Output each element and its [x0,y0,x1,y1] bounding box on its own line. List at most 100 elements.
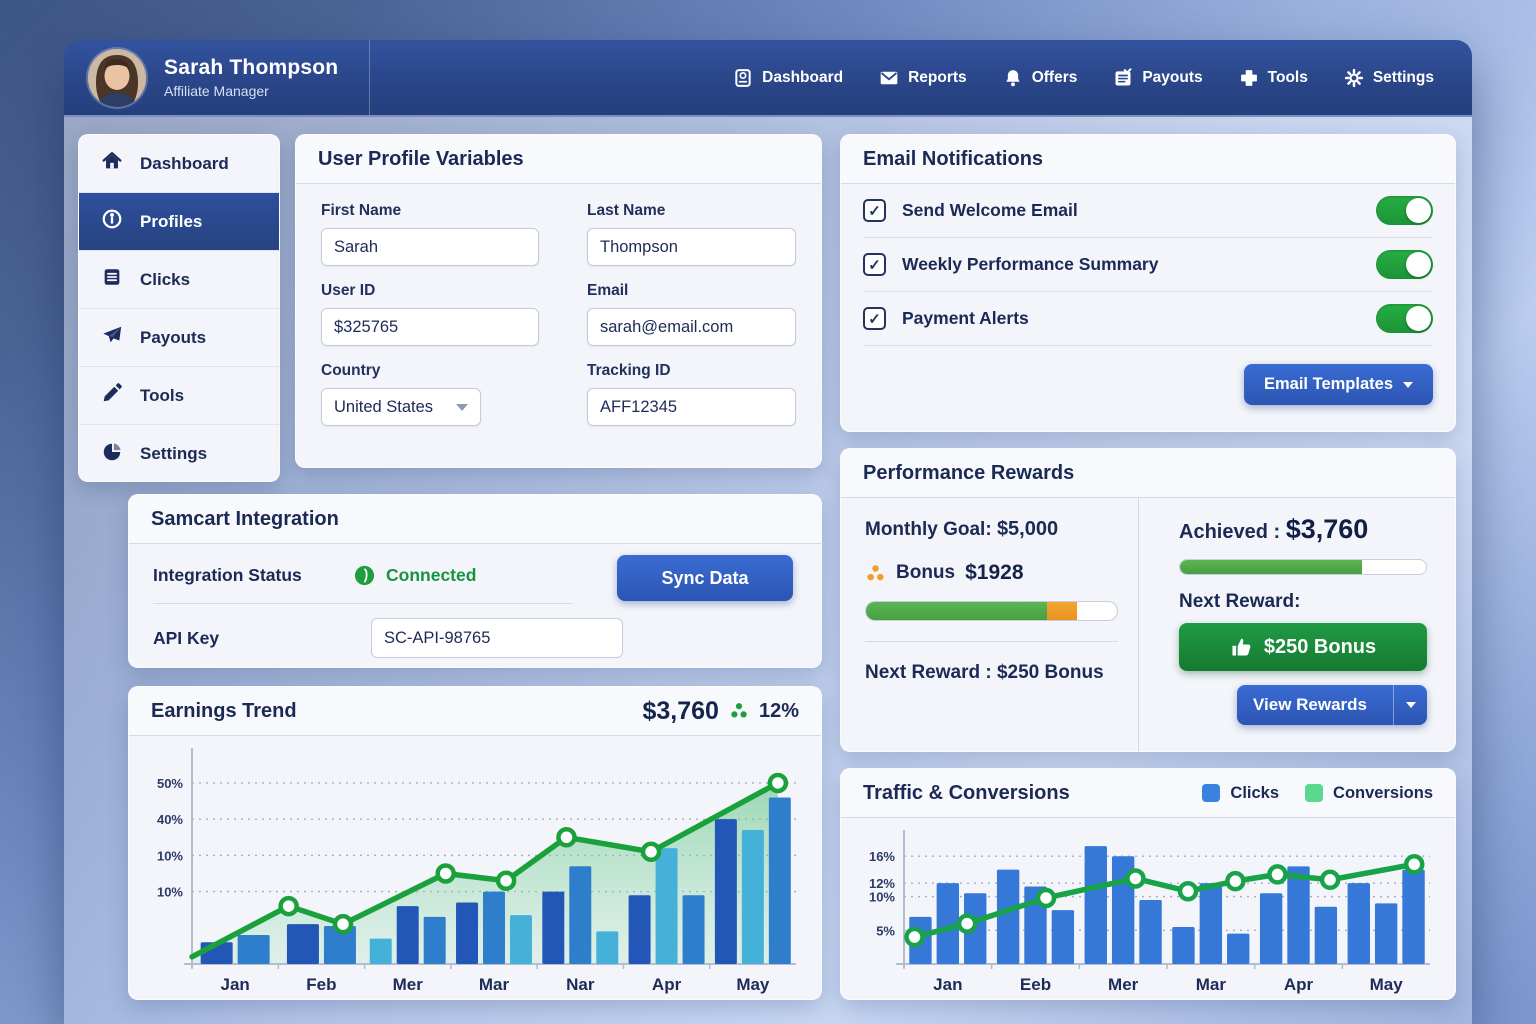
avatar-illustration [88,49,146,107]
country-label: Country [321,362,539,380]
earnings-chart: 50%40%10%10%JanFebMerMarNarAprMay [144,740,808,998]
paper-plane-icon [101,324,123,351]
bonus-reward-button[interactable]: $250 Bonus [1179,623,1427,671]
svg-text:Jan: Jan [220,975,249,994]
nav-item-payouts[interactable]: Payouts [1113,68,1202,88]
email-notifications-card: Email Notifications Send Welcome Email W… [840,134,1456,432]
profile-form: First Name Last Name User ID Email Count… [296,184,821,426]
achieved-progress-bar [1179,559,1427,575]
svg-text:10%: 10% [869,890,895,905]
chevron-down-icon [456,404,468,411]
sidebar-item-tools[interactable]: Tools [79,367,279,425]
bonus-coins-icon [865,563,886,584]
clicks-document-icon [101,266,123,293]
user-identity: Sarah Thompson Affiliate Manager [164,56,338,99]
traffic-header: Traffic & Conversions Clicks Conversions [841,769,1455,818]
earnings-summary: $3,760 12% [643,697,800,726]
svg-text:5%: 5% [876,923,895,938]
user-id-label: User ID [321,282,539,300]
payment-alerts-toggle[interactable] [1376,304,1433,333]
chevron-down-icon [1403,382,1413,388]
nav-item-tools[interactable]: Tools [1239,68,1308,88]
first-name-input[interactable] [321,228,539,266]
svg-text:Nar: Nar [566,975,595,994]
weekly-summary-checkbox[interactable] [863,253,886,276]
sidebar-item-clicks[interactable]: Clicks [79,251,279,309]
growth-up-icon [729,701,749,721]
divider [865,641,1118,642]
view-rewards-arrow[interactable] [1393,685,1427,725]
notification-label: Send Welcome Email [902,200,1078,221]
svg-text:Apr: Apr [652,975,682,994]
sidebar-item-dashboard[interactable]: Dashboard [79,135,279,193]
chevron-down-icon [1406,702,1416,708]
svg-text:10%: 10% [157,885,183,900]
email-templates-button[interactable]: Email Templates [1244,364,1433,405]
monthly-goal-value: $5,000 [997,518,1058,540]
svg-text:Mar: Mar [479,975,510,994]
card-title: Performance Rewards [863,462,1074,485]
svg-text:May: May [736,975,770,994]
sidebar-label: Payouts [140,328,206,348]
api-key-input[interactable] [371,618,623,658]
user-profile-card-header: User Profile Variables [296,135,821,184]
sidebar-label: Settings [140,444,207,464]
toggle-knob [1406,306,1431,331]
svg-text:Mar: Mar [1196,975,1227,994]
home-icon [101,150,123,177]
payment-alerts-checkbox[interactable] [863,307,886,330]
notification-row-payment-alerts: Payment Alerts [863,292,1433,346]
sidebar-label: Tools [140,386,184,406]
weekly-summary-toggle[interactable] [1376,250,1433,279]
notification-row-weekly-summary: Weekly Performance Summary [863,238,1433,292]
goal-progress-green-fill [866,602,1047,620]
svg-text:Mer: Mer [393,975,424,994]
sidebar-item-profiles[interactable]: Profiles [79,193,279,251]
sidebar-item-payouts[interactable]: Payouts [79,309,279,367]
nav-item-settings[interactable]: Settings [1344,68,1434,88]
user-name: Sarah Thompson [164,56,338,80]
user-profile-card: User Profile Variables First Name Last N… [295,134,822,468]
top-navigation: Dashboard Reports Offers Payouts [733,68,1472,88]
user-profile-box[interactable]: Sarah Thompson Affiliate Manager [64,40,370,115]
sidebar-label: Clicks [140,270,190,290]
svg-text:Mer: Mer [1108,975,1139,994]
nav-item-offers[interactable]: Offers [1003,68,1078,88]
email-input[interactable] [587,308,796,346]
email-card-footer: Email Templates [841,346,1455,405]
tracking-id-input[interactable] [587,388,796,426]
notification-row-welcome-email: Send Welcome Email [863,184,1433,238]
sync-data-button[interactable]: Sync Data [617,555,793,601]
email-field: Email [587,282,796,346]
country-select[interactable]: United States [321,388,481,426]
pencil-icon [101,382,123,409]
traffic-chart: 16%12%10%5%JanEebMerMarAprMay [856,822,1442,998]
sync-data-label: Sync Data [661,568,748,589]
svg-text:May: May [1370,975,1404,994]
welcome-email-toggle[interactable] [1376,196,1433,225]
card-title: Email Notifications [863,148,1043,171]
welcome-email-checkbox[interactable] [863,199,886,222]
achieved-progress-fill [1180,560,1362,574]
first-name-field: First Name [321,202,539,266]
rewards-header: Performance Rewards [841,449,1455,498]
view-rewards-button[interactable]: View Rewards [1237,685,1427,725]
svg-text:Feb: Feb [306,975,336,994]
email-templates-label: Email Templates [1264,375,1393,394]
rewards-body: Monthly Goal: $5,000 Bonus $1928 Nex [841,498,1455,751]
dashboard-icon [733,68,753,88]
email-notifications-header: Email Notifications [841,135,1455,184]
nav-item-dashboard[interactable]: Dashboard [733,68,843,88]
last-name-input[interactable] [587,228,796,266]
user-id-input[interactable] [321,308,539,346]
svg-text:10%: 10% [157,848,183,863]
nav-label: Dashboard [762,69,843,87]
last-name-label: Last Name [587,202,796,220]
sidebar-item-settings[interactable]: Settings [79,425,279,482]
user-id-field: User ID [321,282,539,346]
sidebar-label: Dashboard [140,154,229,174]
gear-icon [1344,68,1364,88]
nav-item-reports[interactable]: Reports [879,68,967,88]
main-content: Dashboard Profiles Clicks Payouts [64,117,1472,1024]
goal-progress-bar [865,601,1118,621]
